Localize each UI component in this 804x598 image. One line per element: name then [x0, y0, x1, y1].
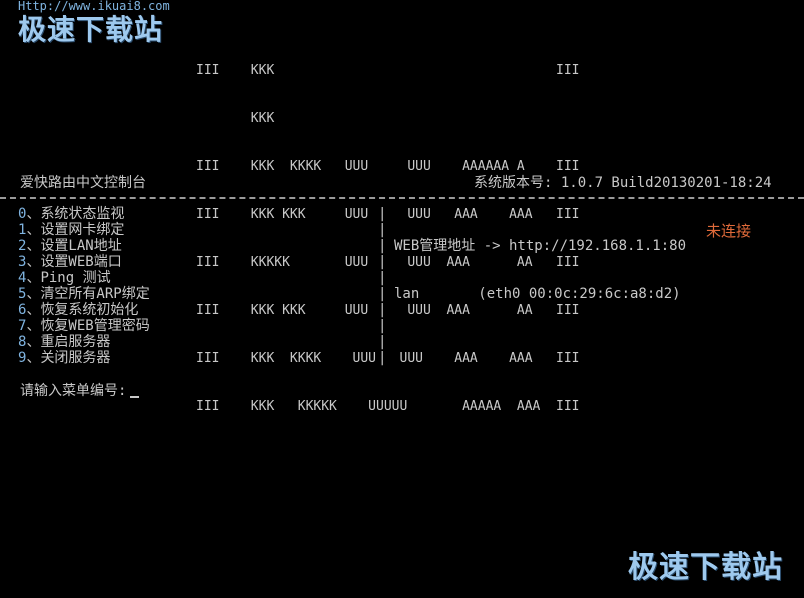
menu-item-system-status[interactable]: 0、系统状态监视 — [18, 206, 150, 222]
terminal-screen: Http://www.ikuai8.com 极速下载站 III KKK III … — [0, 0, 804, 598]
menu-item-label: 清空所有ARP绑定 — [40, 286, 150, 302]
network-info-panel: WEB管理地址 -> http://192.168.1.1:80 lan (et… — [394, 206, 686, 334]
menu-item-separator: 、 — [26, 318, 41, 334]
menu-item-separator: 、 — [26, 350, 41, 366]
menu-item-label: 关闭服务器 — [40, 350, 111, 366]
menu-item-separator: 、 — [26, 206, 41, 222]
menu-item-separator: 、 — [26, 286, 41, 302]
menu-item-separator: 、 — [26, 238, 41, 254]
menu-item-label: Ping 测试 — [40, 270, 111, 286]
watermark-url: Http://www.ikuai8.com — [18, 0, 170, 13]
banner-line: III KKK KKKKK UUUUU AAAAA AAA III — [196, 399, 580, 414]
menu-item-factory-reset[interactable]: 6、恢复系统初始化 — [18, 302, 150, 318]
column-bar: | — [378, 334, 387, 350]
menu-item-web-port[interactable]: 3、设置WEB端口 — [18, 254, 150, 270]
banner-line: III KKK III — [196, 63, 580, 78]
web-admin-address: WEB管理地址 -> http://192.168.1.1:80 — [394, 238, 687, 254]
menu-item-separator: 、 — [26, 254, 41, 270]
prompt-label: 请输入菜单编号: — [20, 383, 127, 399]
watermark-logo-top: 极速下载站 — [18, 13, 164, 46]
lan-interface: lan (eth0 00:0c:29:6c:a8:d2) — [394, 286, 681, 302]
column-separator: | | | | | | | | | | — [378, 206, 386, 366]
menu-item-separator: 、 — [26, 222, 41, 238]
column-bar: | — [378, 238, 387, 254]
header-divider — [0, 197, 804, 199]
banner-line: III KKK KKKK UUU UUU AAA AAA III — [196, 351, 580, 366]
menu-item-label: 设置网卡绑定 — [40, 222, 125, 238]
column-bar: | — [378, 222, 387, 238]
menu-item-label: 系统状态监视 — [40, 206, 125, 222]
column-bar: | — [378, 350, 387, 366]
column-bar: | — [378, 302, 387, 318]
menu-item-label: 恢复系统初始化 — [40, 302, 139, 318]
watermark-logo-bottom: 极速下载站 — [628, 550, 783, 585]
menu-item-label: 设置WEB端口 — [40, 254, 122, 270]
banner-line: KKK — [196, 111, 275, 126]
menu-item-label: 设置LAN地址 — [40, 238, 122, 254]
menu-item-lan-address[interactable]: 2、设置LAN地址 — [18, 238, 150, 254]
column-bar: | — [378, 206, 387, 222]
lan-status-badge: 未连接 — [706, 222, 752, 240]
column-bar: | — [378, 270, 387, 286]
console-title: 爱快路由中文控制台 — [20, 175, 146, 191]
column-bar: | — [378, 286, 387, 302]
main-menu: 0、系统状态监视 1、设置网卡绑定 2、设置LAN地址 3、设置WEB端口 4、… — [18, 206, 150, 366]
menu-item-label: 恢复WEB管理密码 — [40, 318, 150, 334]
menu-item-separator: 、 — [26, 302, 41, 318]
version-info: 系统版本号: 1.0.7 Build20130201-18:24 — [474, 175, 772, 191]
menu-prompt: 请输入菜单编号: — [20, 382, 140, 400]
menu-item-label: 重启服务器 — [40, 334, 111, 350]
menu-number-input[interactable] — [130, 382, 140, 398]
menu-item-separator: 、 — [26, 334, 41, 350]
menu-item-nic-binding[interactable]: 1、设置网卡绑定 — [18, 222, 150, 238]
menu-item-clear-arp[interactable]: 5、清空所有ARP绑定 — [18, 286, 150, 302]
menu-item-reboot-server[interactable]: 8、重启服务器 — [18, 334, 150, 350]
column-bar: | — [378, 318, 387, 334]
column-bar: | — [378, 254, 387, 270]
banner-line: III KKK KKKK UUU UUU AAAAAA A III — [196, 159, 580, 174]
menu-item-separator: 、 — [26, 270, 41, 286]
menu-item-reset-web-password[interactable]: 7、恢复WEB管理密码 — [18, 318, 150, 334]
menu-item-shutdown-server[interactable]: 9、关闭服务器 — [18, 350, 150, 366]
menu-item-ping-test[interactable]: 4、Ping 测试 — [18, 270, 150, 286]
